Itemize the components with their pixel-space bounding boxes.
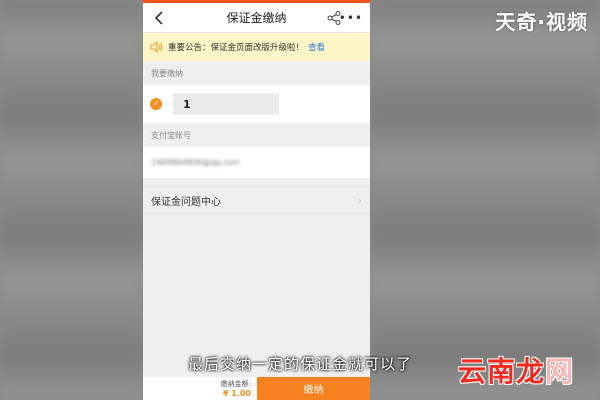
total-label: 缴纳金额: bbox=[220, 380, 251, 388]
blurred-background-left bbox=[0, 0, 143, 400]
chevron-right-icon: › bbox=[357, 194, 362, 207]
phone-screen: 保证金缴纳 ••• 重要公告：保证金页面改版升级啦！ 查看 我要缴纳 ✓ 支付宝… bbox=[143, 0, 370, 400]
logo-last-char: 网 bbox=[545, 355, 575, 388]
total-summary: 缴纳金额: ¥ 1.00 bbox=[143, 377, 257, 400]
page-title: 保证金缴纳 bbox=[226, 11, 287, 25]
help-center-row[interactable]: 保证金问题中心 › bbox=[143, 186, 370, 214]
back-arrow-icon[interactable] bbox=[151, 9, 169, 27]
pay-button[interactable]: 缴纳 bbox=[257, 377, 370, 400]
speaker-icon bbox=[150, 40, 163, 54]
account-section-label: 支付宝账号 bbox=[151, 131, 191, 140]
notice-bar: 重要公告：保证金页面改版升级啦！ 查看 bbox=[143, 33, 370, 61]
video-watermark: 天奇·视频 bbox=[495, 10, 588, 34]
site-logo: 云南龙网 bbox=[458, 350, 574, 390]
amount-input[interactable] bbox=[173, 93, 279, 115]
pay-section-label: 我要缴纳 bbox=[151, 69, 183, 78]
account-row: 1409864809@qq.com bbox=[143, 147, 370, 178]
checkmark-icon[interactable]: ✓ bbox=[150, 98, 162, 110]
logo-main-text: 云南龙 bbox=[458, 355, 546, 388]
more-menu-icon[interactable]: ••• bbox=[339, 11, 363, 25]
help-center-label: 保证金问题中心 bbox=[151, 196, 221, 208]
bottom-bar: 缴纳金额: ¥ 1.00 缴纳 bbox=[143, 377, 370, 400]
account-value: 1409864809@qq.com bbox=[151, 158, 240, 167]
blurred-background-right bbox=[370, 0, 600, 400]
notice-view-link[interactable]: 查看 bbox=[308, 41, 325, 53]
total-value: ¥ 1.00 bbox=[222, 389, 251, 398]
nav-bar: 保证金缴纳 ••• bbox=[143, 3, 370, 33]
notice-text: 重要公告：保证金页面改版升级啦！ bbox=[168, 43, 305, 53]
pay-amount-row: ✓ bbox=[143, 85, 370, 123]
